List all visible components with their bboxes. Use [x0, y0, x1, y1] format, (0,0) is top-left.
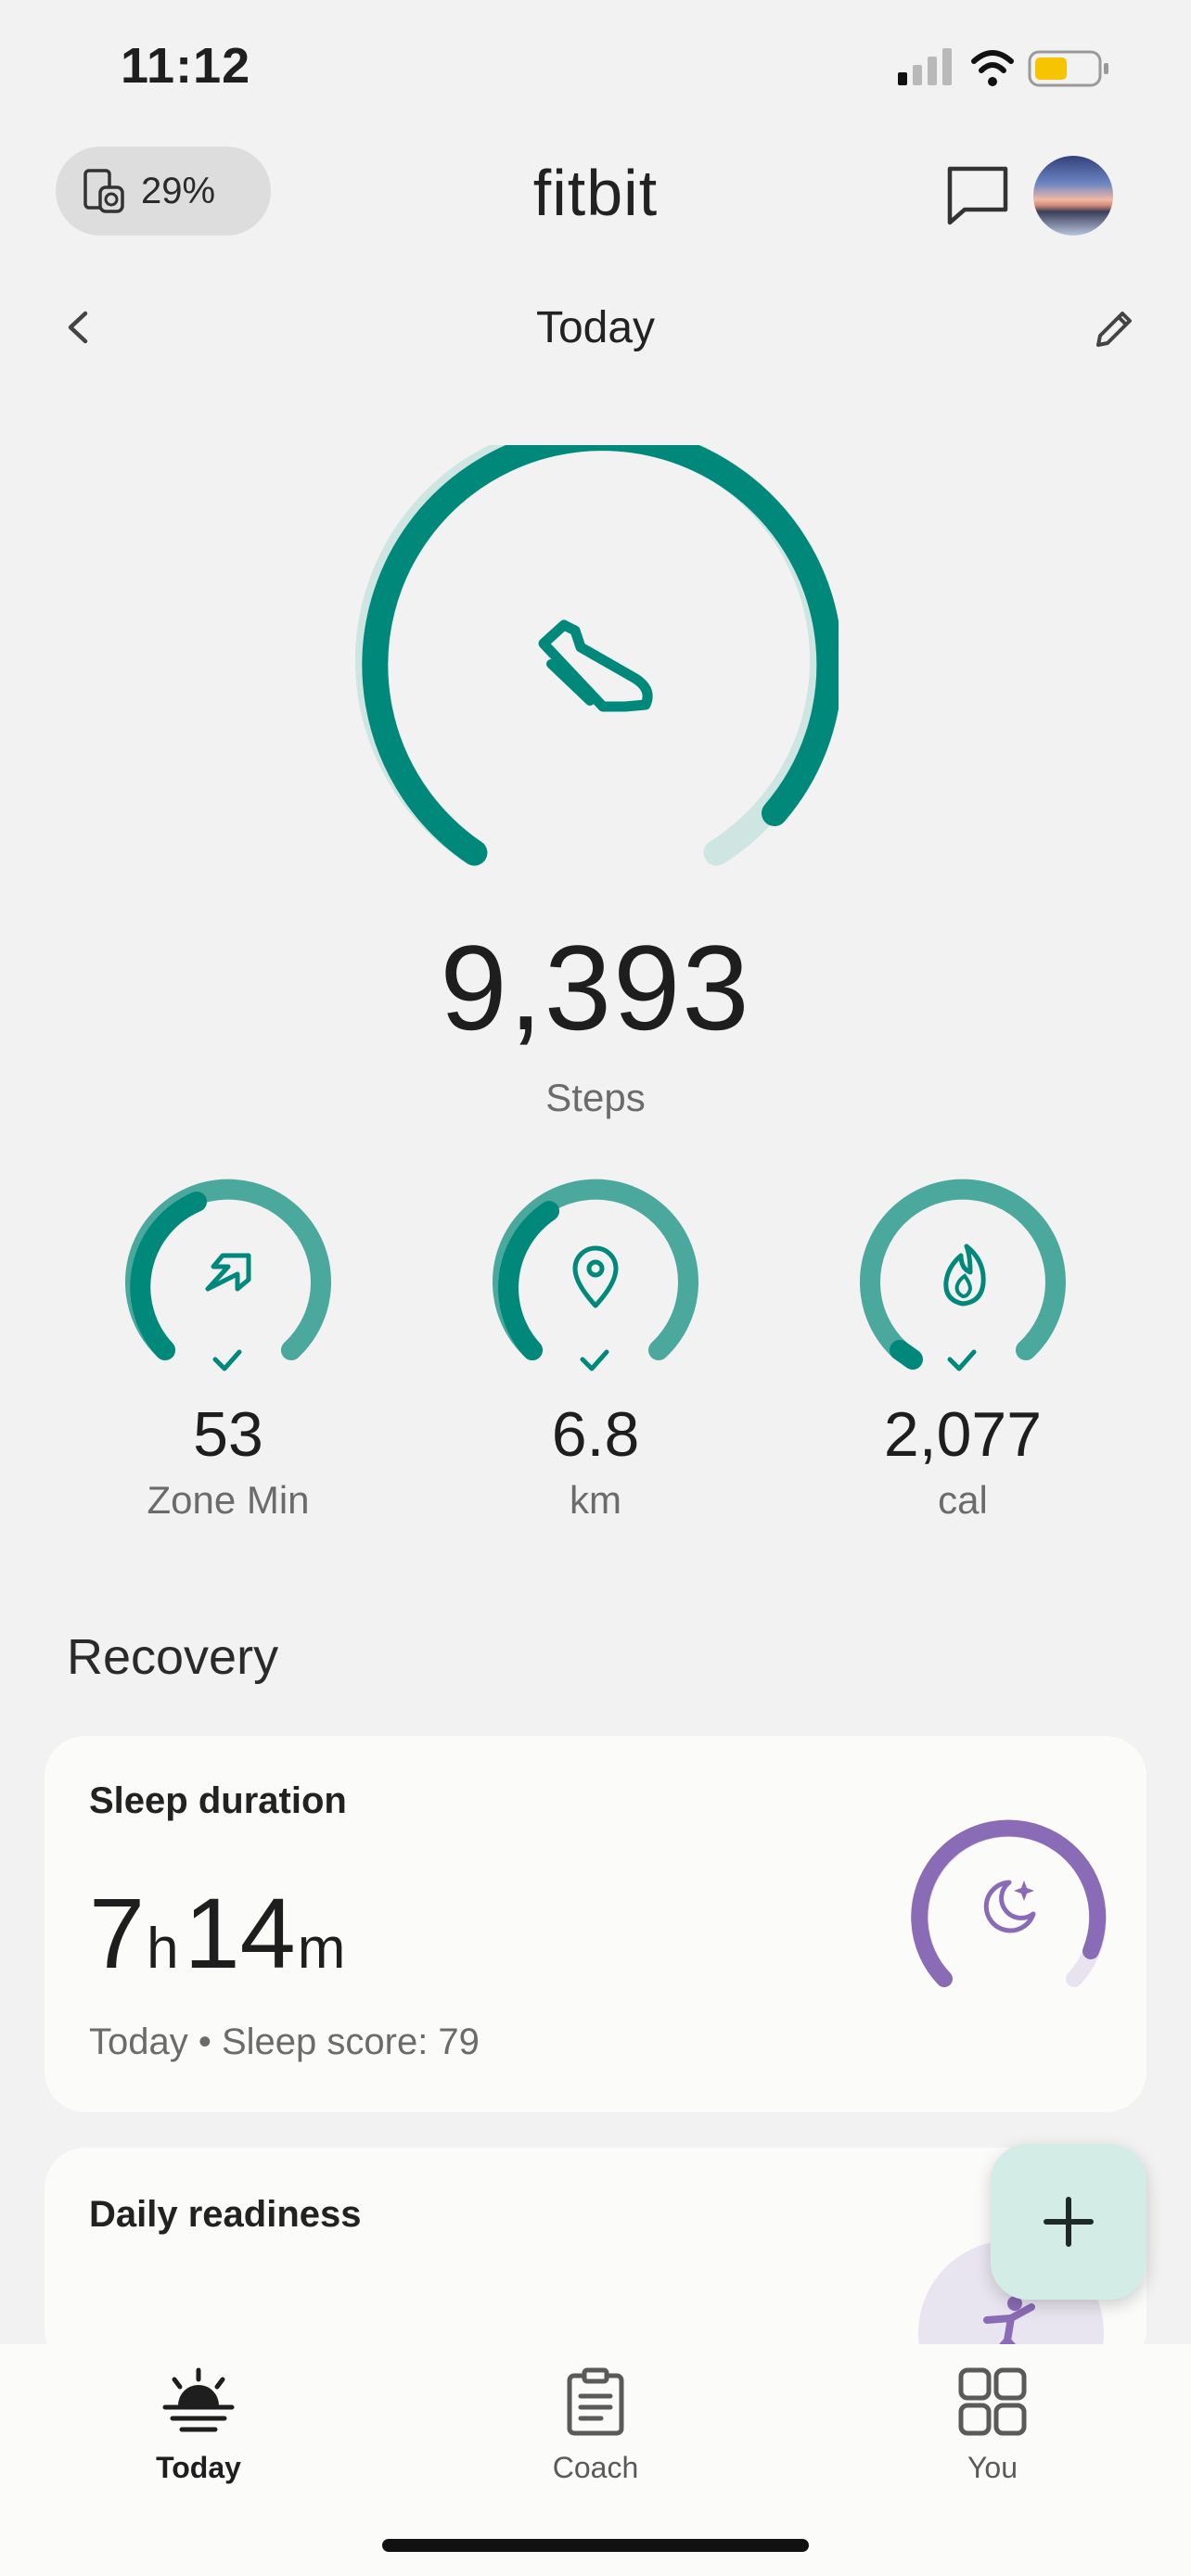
tab-label: Today: [156, 2451, 241, 2484]
check-icon: [212, 1349, 242, 1371]
sleep-subtitle: Today • Sleep score: 79: [89, 2021, 480, 2062]
card-title: Sleep duration: [89, 1780, 347, 1821]
check-icon: [947, 1349, 977, 1371]
signal-icon: [898, 48, 952, 85]
stat-zone-minutes[interactable]: 53 Zone Min: [89, 1178, 367, 1523]
stat-value: 6.8: [551, 1399, 640, 1470]
tab-you[interactable]: You: [881, 2366, 1104, 2485]
stat-label: cal: [938, 1478, 988, 1522]
steps-label: Steps: [545, 1076, 646, 1119]
add-button[interactable]: [991, 2144, 1146, 2300]
sleep-hours-unit: h: [147, 1917, 179, 1981]
stat-calories[interactable]: 2,077 cal: [824, 1178, 1102, 1523]
stat-value: 2,077: [883, 1399, 1043, 1470]
location-pin-icon: [572, 1245, 619, 1308]
status-time: 11:12: [121, 38, 251, 94]
stat-distance[interactable]: 6.8 km: [456, 1178, 735, 1523]
wifi-icon: [971, 50, 1014, 86]
grid-icon: [958, 2367, 1027, 2436]
status-icons: [898, 48, 1108, 87]
sleep-hours: 7: [89, 1877, 146, 1989]
steps-ring-fill: [362, 445, 839, 866]
card-title: Daily readiness: [89, 2194, 362, 2235]
daily-readiness-card[interactable]: Daily readiness: [45, 2148, 1146, 2370]
sleep-duration-card[interactable]: Sleep duration 7h14m Today • Sleep score…: [45, 1736, 1146, 2112]
date-title: Today: [535, 303, 656, 352]
zone-arrow-icon: [205, 1253, 251, 1292]
stat-value: 53: [193, 1399, 263, 1470]
moon-star-icon: [983, 1880, 1036, 1933]
tab-label: Coach: [552, 2451, 639, 2484]
steps-value: 9,393: [440, 920, 751, 1055]
tab-coach[interactable]: Coach: [484, 2366, 707, 2485]
home-indicator[interactable]: [382, 2539, 809, 2552]
sleep-minutes: 14: [184, 1877, 296, 1989]
tab-today[interactable]: Today: [87, 2366, 310, 2485]
tab-label: You: [967, 2451, 1018, 2484]
sleep-duration-value: 7h14m: [89, 1875, 351, 1991]
sunrise-icon: [162, 2367, 235, 2432]
avatar[interactable]: [1033, 156, 1113, 236]
plus-icon: [1044, 2197, 1094, 2247]
sleep-minutes-unit: m: [297, 1917, 346, 1981]
stat-label: Zone Min: [147, 1478, 310, 1522]
flame-icon: [943, 1243, 986, 1307]
sleep-progress-ring: [911, 1819, 1107, 1987]
shoe-icon: [538, 619, 653, 712]
battery-icon: [1028, 50, 1108, 87]
message-icon[interactable]: [941, 158, 1015, 232]
section-title-recovery: Recovery: [67, 1629, 279, 1685]
clipboard-icon: [567, 2367, 624, 2436]
calories-ring: [860, 1179, 1066, 1371]
pencil-icon[interactable]: [1091, 306, 1137, 352]
check-icon: [580, 1349, 609, 1371]
steps-progress-ring[interactable]: [352, 445, 839, 890]
distance-ring: [493, 1179, 698, 1371]
stat-label: km: [570, 1478, 621, 1522]
zone-min-ring: [125, 1179, 331, 1371]
